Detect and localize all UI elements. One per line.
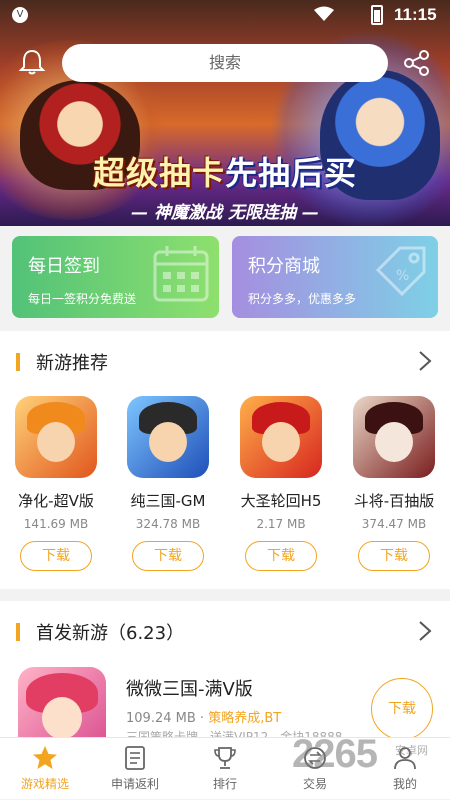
download-button[interactable]: 下载 <box>20 541 92 571</box>
tab-featured[interactable]: 游戏精选 <box>0 738 90 800</box>
app-notification-icon: V <box>12 7 28 23</box>
status-time: 11:15 <box>394 5 437 24</box>
tab-label: 排行 <box>212 777 237 791</box>
game-size: 141.69 MB <box>23 517 89 531</box>
download-button[interactable]: 下载 <box>371 678 433 740</box>
status-bar: V 11:15 <box>0 0 450 30</box>
calendar-icon <box>151 242 211 304</box>
tab-ranking[interactable]: 排行 <box>180 738 270 800</box>
section-accent-bar <box>16 353 20 371</box>
star-icon <box>32 745 58 771</box>
tab-rebate[interactable]: 申请返利 <box>90 738 180 800</box>
game-name: 净化-超V版 <box>18 492 94 510</box>
tab-label: 游戏精选 <box>20 777 69 791</box>
game-icon[interactable] <box>15 396 97 478</box>
bell-icon[interactable] <box>17 47 47 77</box>
site-watermark-sub: 安卓网 <box>395 744 428 757</box>
document-icon <box>122 745 148 771</box>
game-name: 大圣轮回H5 <box>240 492 322 510</box>
wifi-icon <box>314 6 334 26</box>
game-name: 斗将-百抽版 <box>353 492 435 510</box>
tab-label: 申请返利 <box>110 777 159 791</box>
section-title: 新游推荐 <box>36 353 108 374</box>
trophy-icon <box>212 745 238 771</box>
game-size: 374.47 MB <box>361 517 427 531</box>
svg-text:%: % <box>396 268 409 284</box>
price-tag-icon: % <box>370 242 430 304</box>
banner-title: 超级抽卡先抽后买 <box>0 148 450 194</box>
meta-separator: · <box>199 711 205 726</box>
game-card[interactable]: 净化-超V版 141.69 MB 下载 <box>1 396 111 571</box>
section-title: 首发新游（6.23） <box>36 623 185 644</box>
game-icon[interactable] <box>353 396 435 478</box>
game-size: 109.24 MB <box>126 711 196 726</box>
game-name: 微微三国-满V版 <box>126 679 253 700</box>
new-games-section: 新游推荐 净化-超V版 141.69 MB 下载 纯三国-GM 324.78 M… <box>0 331 450 589</box>
game-name: 纯三国-GM <box>130 492 206 510</box>
share-icon[interactable] <box>402 48 432 78</box>
new-games-header[interactable]: 新游推荐 <box>0 331 450 391</box>
download-button[interactable]: 下载 <box>132 541 204 571</box>
daily-checkin-card[interactable]: 每日签到 每日一签积分免费送 <box>12 236 219 318</box>
download-button[interactable]: 下载 <box>358 541 430 571</box>
game-size: 2.17 MB <box>256 517 306 531</box>
hero-banner[interactable]: 超级抽卡先抽后买 — 神魔激战 无限连抽 — <box>0 0 450 226</box>
banner-subtitle: — 神魔激战 无限连抽 — <box>131 203 319 223</box>
game-size: 324.78 MB <box>135 517 201 531</box>
first-release-section: 首发新游（6.23） 微微三国-满V版 109.24 MB · 策略养成,BT … <box>0 601 450 755</box>
site-watermark: 2265 <box>292 732 378 776</box>
points-mall-card[interactable]: 积分商城 积分多多，优惠多多 % <box>232 236 438 318</box>
game-icon[interactable] <box>240 396 322 478</box>
banner-title-part1: 超级抽卡 <box>92 154 225 192</box>
chevron-right-icon[interactable] <box>414 619 436 643</box>
tab-label: 我的 <box>392 777 417 791</box>
game-card[interactable]: 大圣轮回H5 2.17 MB 下载 <box>226 396 336 571</box>
game-icon[interactable] <box>127 396 209 478</box>
game-card[interactable]: 纯三国-GM 324.78 MB 下载 <box>113 396 223 571</box>
section-accent-bar <box>16 623 20 641</box>
first-release-header[interactable]: 首发新游（6.23） <box>0 601 450 661</box>
banner-title-part2: 先抽后买 <box>225 154 358 192</box>
game-tags: 策略养成,BT <box>208 711 282 726</box>
tab-label: 交易 <box>302 777 327 791</box>
bottom-tab-bar: 游戏精选 申请返利 排行 交易 我的 <box>0 737 450 799</box>
chevron-right-icon[interactable] <box>414 349 436 373</box>
download-button[interactable]: 下载 <box>245 541 317 571</box>
game-card[interactable]: 斗将-百抽版 374.47 MB 下载 <box>339 396 449 571</box>
battery-icon <box>371 5 383 25</box>
game-meta: 109.24 MB · 策略养成,BT <box>126 707 281 726</box>
search-input[interactable]: 搜索 <box>62 44 388 82</box>
